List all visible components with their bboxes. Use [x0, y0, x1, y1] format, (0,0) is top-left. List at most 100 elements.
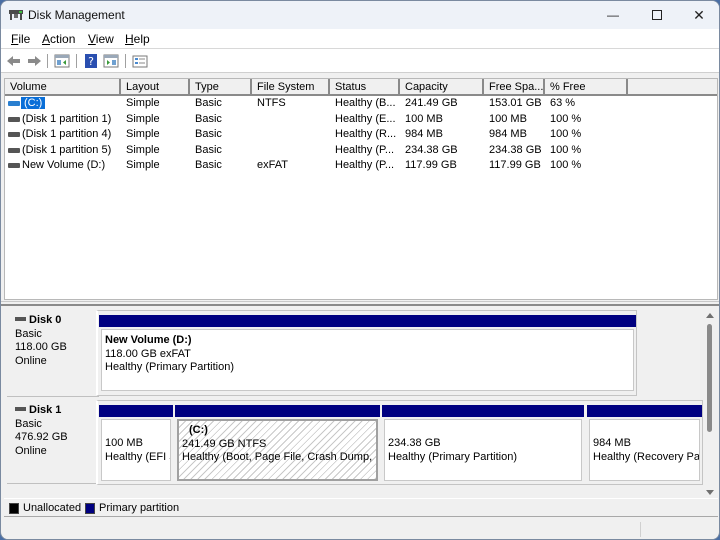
toolbar: ?	[1, 49, 719, 73]
menu-file[interactable]: File	[11, 32, 30, 46]
volume-row[interactable]: (Disk 1 partition 5) Simple Basic Healthy (…	[5, 143, 717, 158]
graph-vertical-scrollbar[interactable]	[704, 310, 717, 497]
show-hide-action-pane-icon[interactable]	[103, 53, 119, 69]
column-header-status[interactable]: Status	[330, 79, 400, 94]
column-header-capacity[interactable]: Capacity	[400, 79, 484, 94]
cell-percent-free: 100 %	[550, 159, 582, 171]
volume-icon	[8, 116, 20, 122]
disk-icon	[15, 316, 26, 321]
menu-action[interactable]: Action	[42, 32, 75, 46]
cell-layout: Simple	[126, 112, 160, 125]
properties-icon[interactable]	[132, 53, 148, 69]
partition-body: 100 MB Healthy (EFI System Partition)	[101, 419, 171, 481]
disk-management-window: Disk Management — ✕ File Action View Hel…	[0, 0, 720, 540]
disk-1-label[interactable]: Disk 1 Basic 476.92 GB Online	[7, 400, 99, 484]
cell-status: Healthy (E...	[335, 112, 396, 125]
maximize-button[interactable]	[635, 1, 679, 29]
disk-state: Online	[15, 444, 47, 457]
column-header-free-space[interactable]: Free Spa...	[484, 79, 545, 94]
partition-size-fs: 241.49 GB NTFS	[182, 437, 267, 450]
back-icon[interactable]	[6, 53, 22, 69]
primary-partition-bar	[99, 315, 636, 327]
volume-row[interactable]: (Disk 1 partition 4) Simple Basic Healthy (…	[5, 127, 717, 142]
partition-status: Healthy (Primary Partition)	[388, 450, 517, 463]
menu-view[interactable]: View	[88, 32, 114, 46]
volume-icon	[8, 163, 20, 168]
cell-percent-free: 100 %	[550, 112, 582, 125]
column-header-file-system[interactable]: File System	[252, 79, 330, 94]
cell-type: Basic	[195, 128, 222, 140]
volume-list: Volume Layout Type File System Status Ca…	[4, 78, 718, 300]
toolbar-separator	[76, 54, 77, 68]
cell-type: Basic	[195, 143, 222, 156]
disk-graph-view: Disk 0 Basic 118.00 GB Online New Volume…	[4, 307, 718, 497]
cell-status: Healthy (B...	[335, 97, 396, 109]
toolbar-separator	[47, 54, 48, 68]
scroll-up-icon[interactable]	[706, 313, 714, 318]
cell-capacity: 984 MB	[405, 128, 443, 140]
pane-splitter[interactable]	[1, 301, 719, 306]
help-icon[interactable]: ?	[83, 53, 99, 69]
legend-bar: Unallocated Primary partition	[4, 498, 718, 517]
volume-row[interactable]: New Volume (D:) Simple Basic exFAT Healthy (…	[5, 158, 717, 173]
volume-icon	[8, 101, 20, 106]
show-hide-console-tree-icon[interactable]	[54, 53, 70, 69]
minimize-button[interactable]: —	[591, 1, 635, 29]
partition-body: 984 MB Healthy (Recovery Partition)	[589, 419, 700, 481]
scroll-down-icon[interactable]	[706, 490, 714, 495]
volume-list-header: Volume Layout Type File System Status Ca…	[5, 79, 717, 96]
volume-row[interactable]: (C:) Simple Basic NTFS Healthy (B... 241.49 G…	[5, 96, 717, 111]
partition-name: (C:)	[189, 424, 208, 436]
partition-efi[interactable]: 100 MB Healthy (EFI System Partition)	[99, 405, 173, 483]
disk-type: Basic	[15, 327, 42, 340]
partition-size-fs: 118.00 GB exFAT	[105, 347, 191, 360]
cell-layout: Simple	[126, 143, 160, 156]
volume-row[interactable]: (Disk 1 partition 1) Simple Basic Healthy (…	[5, 112, 717, 127]
disk-type: Basic	[15, 417, 42, 430]
svg-text:?: ?	[88, 55, 94, 68]
column-header-empty	[628, 79, 719, 94]
status-bar	[4, 519, 718, 539]
legend-swatch-primary-partition	[85, 503, 95, 514]
cell-free-space: 153.01 GB	[489, 97, 542, 109]
minimize-icon: —	[607, 8, 619, 22]
menu-bar: File Action View Help	[1, 29, 719, 49]
partition-status: Healthy (Boot, Page File, Crash Dump, Ba…	[182, 451, 376, 463]
volume-icon	[8, 147, 20, 153]
legend-label-unallocated: Unallocated	[23, 502, 82, 514]
cell-file-system: NTFS	[257, 97, 286, 109]
column-header-type[interactable]: Type	[190, 79, 252, 94]
menu-help[interactable]: Help	[125, 32, 150, 46]
disk-state: Online	[15, 354, 47, 367]
disk-0-label[interactable]: Disk 0 Basic 118.00 GB Online	[7, 310, 99, 397]
maximize-icon	[652, 10, 662, 20]
cell-status: Healthy (R...	[335, 128, 397, 140]
disk-size: 118.00 GB	[15, 341, 67, 353]
column-header-volume[interactable]: Volume	[5, 79, 121, 94]
window-title: Disk Management	[28, 8, 125, 22]
partition-c[interactable]: (C:) 241.49 GB NTFS Healthy (Boot, Page …	[175, 405, 380, 483]
cell-volume: (Disk 1 partition 1)	[22, 112, 112, 125]
column-header-layout[interactable]: Layout	[121, 79, 190, 94]
partition-disk1-part5[interactable]: 234.38 GB Healthy (Primary Partition)	[382, 405, 584, 483]
column-header-percent-free[interactable]: % Free	[545, 79, 628, 94]
cell-free-space: 117.99 GB	[489, 159, 541, 171]
primary-partition-bar	[99, 405, 173, 417]
partition-new-volume-d[interactable]: New Volume (D:) 118.00 GB exFAT Healthy …	[99, 315, 636, 393]
cell-capacity: 117.99 GB	[405, 159, 457, 171]
cell-free-space: 984 MB	[489, 128, 527, 140]
partition-body: New Volume (D:) 118.00 GB exFAT Healthy …	[101, 329, 634, 391]
partition-status: Healthy (Recovery Partition)	[593, 450, 700, 463]
partition-status: Healthy (Primary Partition)	[105, 361, 234, 373]
partition-recovery[interactable]: 984 MB Healthy (Recovery Partition)	[587, 405, 702, 483]
cell-percent-free: 100 %	[550, 143, 582, 156]
scrollbar-thumb[interactable]	[707, 324, 712, 432]
partition-size: 234.38 GB	[388, 437, 441, 449]
primary-partition-bar	[175, 405, 380, 417]
status-bar-separator	[640, 522, 641, 537]
close-button[interactable]: ✕	[677, 1, 719, 29]
disk-size: 476.92 GB	[15, 431, 68, 443]
cell-capacity: 100 MB	[405, 112, 443, 125]
cell-layout: Simple	[126, 128, 160, 140]
forward-icon[interactable]	[26, 53, 42, 69]
